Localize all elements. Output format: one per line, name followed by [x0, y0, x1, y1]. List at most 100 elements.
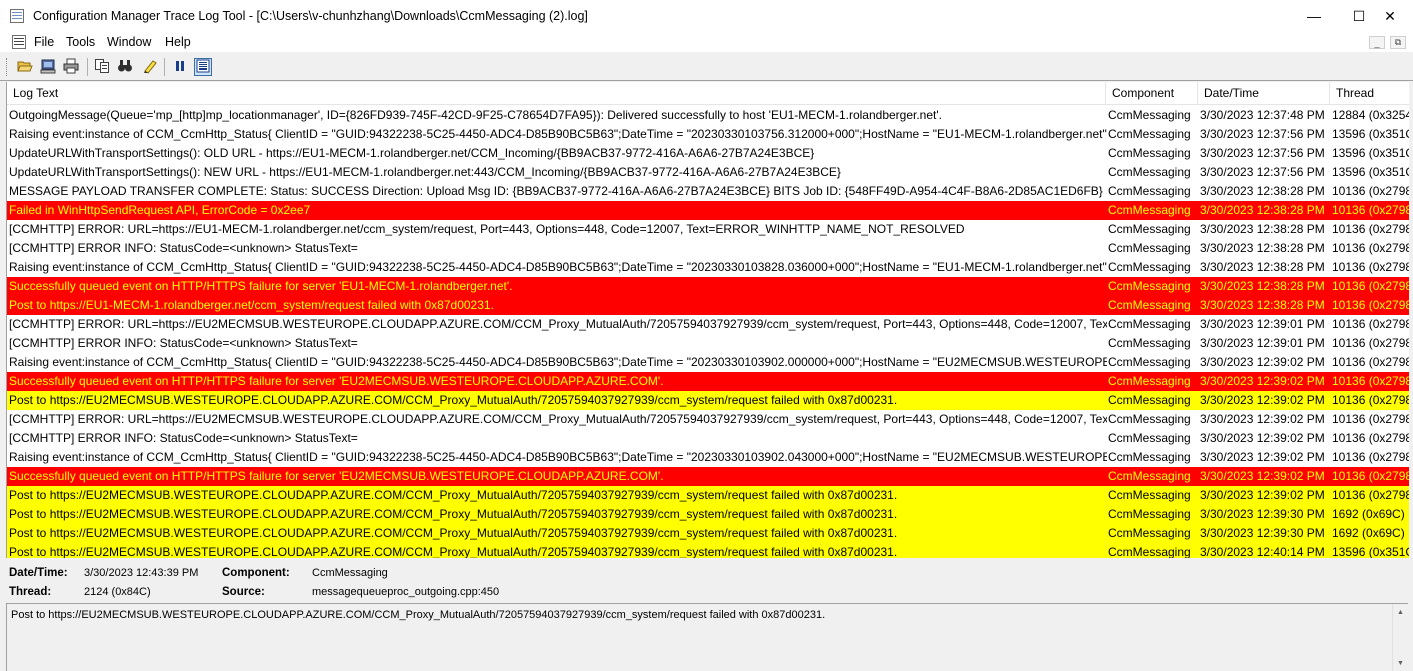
- log-row-component: CcmMessaging: [1108, 355, 1191, 369]
- find-button[interactable]: [116, 58, 134, 76]
- log-row-component: CcmMessaging: [1108, 241, 1191, 255]
- log-row-component: CcmMessaging: [1108, 336, 1191, 350]
- log-row-thread: 13596 (0x351C): [1332, 127, 1409, 141]
- log-row-text: Raising event:instance of CCM_CcmHttp_St…: [9, 260, 1107, 274]
- log-row-datetime: 3/30/2023 12:38:28 PM: [1200, 203, 1325, 217]
- mdi-minimize-button[interactable]: _: [1369, 36, 1385, 49]
- message-text-box[interactable]: Post to https://EU2MECMSUB.WESTEUROPE.CL…: [6, 603, 1408, 671]
- log-row-datetime: 3/30/2023 12:38:28 PM: [1200, 184, 1325, 198]
- find-icon: [117, 58, 133, 77]
- log-row[interactable]: UpdateURLWithTransportSettings(): OLD UR…: [7, 144, 1409, 163]
- log-row-text: Successfully queued event on HTTP/HTTPS …: [9, 279, 513, 293]
- log-row-thread: 10136 (0x2798): [1332, 374, 1409, 388]
- log-row-text: Raising event:instance of CCM_CcmHttp_St…: [9, 127, 1107, 141]
- log-row-datetime: 3/30/2023 12:39:02 PM: [1200, 450, 1325, 464]
- log-row-datetime: 3/30/2023 12:39:01 PM: [1200, 336, 1325, 350]
- minimize-icon: —: [1307, 8, 1321, 24]
- log-row-thread: 13596 (0x351C): [1332, 146, 1409, 160]
- log-row-thread: 10136 (0x2798): [1332, 222, 1409, 236]
- log-row-component: CcmMessaging: [1108, 412, 1191, 426]
- log-row[interactable]: Post to https://EU2MECMSUB.WESTEUROPE.CL…: [7, 391, 1409, 410]
- log-row[interactable]: Post to https://EU1-MECM-1.rolandberger.…: [7, 296, 1409, 315]
- log-row[interactable]: Raising event:instance of CCM_CcmHttp_St…: [7, 353, 1409, 372]
- menu-file[interactable]: File: [34, 35, 54, 49]
- log-row[interactable]: [CCMHTTP] ERROR INFO: StatusCode=<unknow…: [7, 239, 1409, 258]
- show-details-button[interactable]: [194, 58, 212, 76]
- log-row-thread: 13596 (0x351C): [1332, 165, 1409, 179]
- log-row[interactable]: [CCMHTTP] ERROR INFO: StatusCode=<unknow…: [7, 429, 1409, 448]
- open-server-button[interactable]: [39, 58, 57, 76]
- copy-icon: [94, 58, 110, 77]
- open-button[interactable]: [16, 58, 34, 76]
- message-scrollbar[interactable]: ▲ ▼: [1392, 604, 1408, 671]
- column-header-thread[interactable]: Thread: [1330, 82, 1409, 104]
- log-row-datetime: 3/30/2023 12:37:56 PM: [1200, 127, 1325, 141]
- column-header-log-text[interactable]: Log Text: [7, 82, 1106, 104]
- document-icon[interactable]: [11, 34, 27, 50]
- log-row-component: CcmMessaging: [1108, 469, 1191, 483]
- log-row-text: [CCMHTTP] ERROR INFO: StatusCode=<unknow…: [9, 336, 358, 350]
- log-row-datetime: 3/30/2023 12:38:28 PM: [1200, 222, 1325, 236]
- maximize-icon: ☐: [1352, 7, 1366, 24]
- log-row[interactable]: Raising event:instance of CCM_CcmHttp_St…: [7, 448, 1409, 467]
- show-details-icon: [196, 59, 210, 76]
- pause-button[interactable]: [171, 58, 189, 76]
- log-row[interactable]: [CCMHTTP] ERROR: URL=https://EU2MECMSUB.…: [7, 315, 1409, 334]
- menu-tools[interactable]: Tools: [66, 35, 95, 49]
- log-row-text: MESSAGE PAYLOAD TRANSFER COMPLETE: Statu…: [9, 184, 1107, 198]
- log-row[interactable]: Post to https://EU2MECMSUB.WESTEUROPE.CL…: [7, 486, 1409, 505]
- menu-window[interactable]: Window: [107, 35, 151, 49]
- log-row-text: Raising event:instance of CCM_CcmHttp_St…: [9, 450, 1107, 464]
- log-row-thread: 10136 (0x2798): [1332, 336, 1409, 350]
- log-list[interactable]: Log Text Component Date/Time Thread Outg…: [6, 82, 1409, 558]
- log-row-component: CcmMessaging: [1108, 526, 1191, 540]
- log-row[interactable]: Raising event:instance of CCM_CcmHttp_St…: [7, 258, 1409, 277]
- log-row-datetime: 3/30/2023 12:39:02 PM: [1200, 469, 1325, 483]
- log-row-text: [CCMHTTP] ERROR INFO: StatusCode=<unknow…: [9, 431, 358, 445]
- log-row[interactable]: MESSAGE PAYLOAD TRANSFER COMPLETE: Statu…: [7, 182, 1409, 201]
- log-row[interactable]: [CCMHTTP] ERROR: URL=https://EU2MECMSUB.…: [7, 410, 1409, 429]
- source-label: Source:: [222, 586, 265, 598]
- scroll-down-icon[interactable]: ▼: [1393, 656, 1408, 671]
- log-row[interactable]: Raising event:instance of CCM_CcmHttp_St…: [7, 125, 1409, 144]
- highlight-button[interactable]: [141, 58, 159, 76]
- log-row-text: UpdateURLWithTransportSettings(): OLD UR…: [9, 146, 815, 160]
- column-header-datetime[interactable]: Date/Time: [1198, 82, 1330, 104]
- menu-help[interactable]: Help: [165, 35, 191, 49]
- log-row-datetime: 3/30/2023 12:39:01 PM: [1200, 317, 1325, 331]
- close-button[interactable]: ✕: [1367, 0, 1413, 32]
- log-row-text: Failed in WinHttpSendRequest API, ErrorC…: [9, 203, 311, 217]
- log-row[interactable]: Failed in WinHttpSendRequest API, ErrorC…: [7, 201, 1409, 220]
- minimize-button[interactable]: —: [1291, 0, 1337, 32]
- log-row[interactable]: [CCMHTTP] ERROR: URL=https://EU1-MECM-1.…: [7, 220, 1409, 239]
- pause-icon: [172, 58, 188, 77]
- log-row[interactable]: Post to https://EU2MECMSUB.WESTEUROPE.CL…: [7, 505, 1409, 524]
- log-row[interactable]: OutgoingMessage(Queue='mp_[http]mp_locat…: [7, 106, 1409, 125]
- log-list-header: Log Text Component Date/Time Thread: [7, 82, 1409, 105]
- log-row-text: Post to https://EU1-MECM-1.rolandberger.…: [9, 298, 494, 312]
- log-row-component: CcmMessaging: [1108, 431, 1191, 445]
- mdi-restore-button[interactable]: ⧉: [1390, 36, 1406, 49]
- scroll-up-icon[interactable]: ▲: [1393, 604, 1408, 620]
- log-row[interactable]: Successfully queued event on HTTP/HTTPS …: [7, 277, 1409, 296]
- log-row[interactable]: Successfully queued event on HTTP/HTTPS …: [7, 372, 1409, 391]
- log-row[interactable]: Successfully queued event on HTTP/HTTPS …: [7, 467, 1409, 486]
- toolbar-separator: [87, 58, 88, 76]
- log-row-component: CcmMessaging: [1108, 146, 1191, 160]
- log-row[interactable]: Post to https://EU2MECMSUB.WESTEUROPE.CL…: [7, 543, 1409, 558]
- log-row-component: CcmMessaging: [1108, 184, 1191, 198]
- log-row-text: [CCMHTTP] ERROR: URL=https://EU1-MECM-1.…: [9, 222, 965, 236]
- log-row-text: Post to https://EU2MECMSUB.WESTEUROPE.CL…: [9, 545, 898, 558]
- copy-button[interactable]: [93, 58, 111, 76]
- datetime-label: Date/Time:: [9, 567, 68, 579]
- log-row[interactable]: UpdateURLWithTransportSettings(): NEW UR…: [7, 163, 1409, 182]
- log-row-text: UpdateURLWithTransportSettings(): NEW UR…: [9, 165, 841, 179]
- menu-bar: File Tools Window Help _ ⧉: [0, 32, 1413, 52]
- log-row[interactable]: Post to https://EU2MECMSUB.WESTEUROPE.CL…: [7, 524, 1409, 543]
- log-row-datetime: 3/30/2023 12:39:02 PM: [1200, 412, 1325, 426]
- toolbar-grip[interactable]: [6, 58, 10, 76]
- log-row[interactable]: [CCMHTTP] ERROR INFO: StatusCode=<unknow…: [7, 334, 1409, 353]
- print-button[interactable]: [62, 58, 80, 76]
- log-row-thread: 10136 (0x2798): [1332, 317, 1409, 331]
- column-header-component[interactable]: Component: [1106, 82, 1198, 104]
